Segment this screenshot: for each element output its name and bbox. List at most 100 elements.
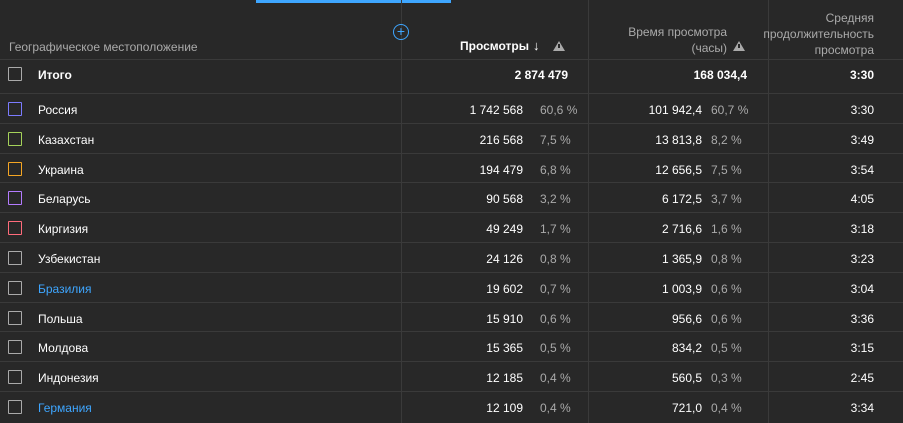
sort-down-icon[interactable]: ↓ [533,38,540,53]
views-percent: 0,4 % [540,401,571,415]
table-row[interactable]: Польша 15 910 0,6 % 956,6 0,6 % 3:36 [0,301,903,332]
views-percent: 0,8 % [540,252,571,266]
add-column-icon[interactable]: + [393,24,409,40]
table-row[interactable]: Индонезия 12 185 0,4 % 560,5 0,3 % 2:45 [0,361,903,391]
watch-time-percent: 0,5 % [711,341,742,356]
avg-duration-value: 3:34 [850,401,874,415]
country-name[interactable]: Бразилия [38,282,92,296]
watch-time-percent: 0,4 % [711,401,742,415]
watch-time-percent: 7,5 % [711,162,742,177]
row-checkbox[interactable] [8,161,22,176]
avg-duration-value: 3:15 [850,341,874,356]
views-value: 12 109 [486,401,523,415]
avg-duration-value: 2:45 [850,371,874,386]
views-value: 49 249 [486,222,523,237]
avg-duration-header-line3: просмотра [814,43,874,57]
views-percent: 3,2 % [540,192,571,207]
avg-duration-value: 3:04 [850,281,874,296]
table-row[interactable]: Украина 194 479 6,8 % 12 656,5 7,5 % 3:54 [0,152,903,183]
views-percent: 6,8 % [540,162,571,177]
watch-time-value: 101 942,4 [648,103,702,117]
row-checkbox[interactable] [8,310,22,325]
country-name: Россия [38,103,78,117]
watch-time-value: 2 716,6 [661,222,702,237]
row-checkbox[interactable] [8,400,22,414]
country-name: Казахстан [38,132,95,147]
avg-duration-header-line2: продолжительность [763,27,874,41]
watch-time-percent: 0,6 % [711,311,742,326]
views-value: 19 602 [486,281,523,296]
avg-duration-value: 3:49 [850,132,874,147]
views-value: 194 479 [479,162,523,177]
watch-time-value: 1 365,9 [661,252,702,266]
views-value: 15 365 [486,341,523,356]
watch-time-column-header[interactable]: Время просмотра (часы) [628,24,727,56]
views-percent: 7,5 % [540,132,571,147]
watch-time-header-line2: (часы) [691,41,727,55]
table-row[interactable]: Германия 12 109 0,4 % 721,0 0,4 % 3:34 [0,391,903,421]
table-row[interactable]: Молдова 15 365 0,5 % 834,2 0,5 % 3:15 [0,331,903,361]
watch-time-value: 956,6 [671,311,702,326]
watch-time-value: 560,5 [671,371,702,386]
geo-report-table: Географическое местоположение + Просмотр… [0,0,903,423]
row-checkbox[interactable] [8,102,22,116]
warning-icon[interactable] [733,41,745,51]
row-checkbox[interactable] [8,191,22,206]
watch-time-percent: 8,2 % [711,132,742,147]
table-row[interactable]: Киргизия 49 249 1,7 % 2 716,6 1,6 % 3:18 [0,212,903,242]
avg-duration-value: 3:23 [850,252,874,266]
total-label: Итого [38,68,72,82]
avg-duration-column-header[interactable]: Средняя продолжительность просмотра [763,10,874,58]
total-checkbox[interactable] [8,67,22,81]
geo-column-header[interactable]: Географическое местоположение [9,39,198,55]
watch-time-percent: 0,3 % [711,371,742,386]
table-row[interactable]: Узбекистан 24 126 0,8 % 1 365,9 0,8 % 3:23 [0,242,903,272]
avg-duration-value: 3:54 [850,162,874,177]
views-column-header[interactable]: Просмотры [460,38,529,54]
watch-time-value: 6 172,5 [661,192,702,207]
country-name[interactable]: Германия [38,401,92,415]
row-checkbox[interactable] [8,370,22,385]
row-checkbox[interactable] [8,280,22,295]
watch-time-value: 834,2 [671,341,702,356]
watch-time-header-line1: Время просмотра [628,25,727,39]
watch-time-value: 13 813,8 [655,132,702,147]
views-value: 1 742 568 [469,103,523,117]
country-name: Беларусь [38,192,91,207]
views-percent: 0,5 % [540,341,571,356]
watch-time-percent: 1,6 % [711,222,742,237]
watch-time-value: 721,0 [671,401,702,415]
views-percent: 1,7 % [540,222,571,237]
country-name: Киргизия [38,222,89,237]
views-percent: 60,6 % [540,103,578,117]
views-value: 15 910 [486,311,523,326]
watch-time-value: 12 656,5 [655,162,702,177]
views-percent: 0,7 % [540,281,571,296]
row-checkbox[interactable] [8,251,22,265]
views-value: 24 126 [486,252,523,266]
views-percent: 0,4 % [540,371,571,386]
table-row[interactable]: Казахстан 216 568 7,5 % 13 813,8 8,2 % 3:49 [0,122,903,153]
table-header: Географическое местоположение + Просмотр… [0,0,903,59]
country-name: Польша [38,311,83,326]
row-checkbox[interactable] [8,131,22,146]
views-value: 90 568 [486,192,523,207]
warning-icon[interactable] [553,41,565,51]
total-views: 2 874 479 [514,68,568,82]
table-row[interactable]: Бразилия 19 602 0,7 % 1 003,9 0,6 % 3:04 [0,271,903,302]
views-percent: 0,6 % [540,311,571,326]
table-row[interactable]: Россия 1 742 568 60,6 % 101 942,4 60,7 % 3:30 [0,93,903,123]
country-name: Узбекистан [38,252,101,266]
country-name: Украина [38,162,84,177]
views-value: 216 568 [479,132,523,147]
watch-time-percent: 3,7 % [711,192,742,207]
avg-duration-value: 4:05 [850,192,874,207]
avg-duration-value: 3:36 [850,311,874,326]
country-name: Индонезия [38,371,99,386]
avg-duration-header-line1: Средняя [825,11,874,25]
row-checkbox[interactable] [8,340,22,355]
watch-time-percent: 60,7 % [711,103,749,117]
row-checkbox[interactable] [8,221,22,236]
table-row[interactable]: Беларусь 90 568 3,2 % 6 172,5 3,7 % 4:05 [0,182,903,212]
watch-time-percent: 0,8 % [711,252,742,266]
